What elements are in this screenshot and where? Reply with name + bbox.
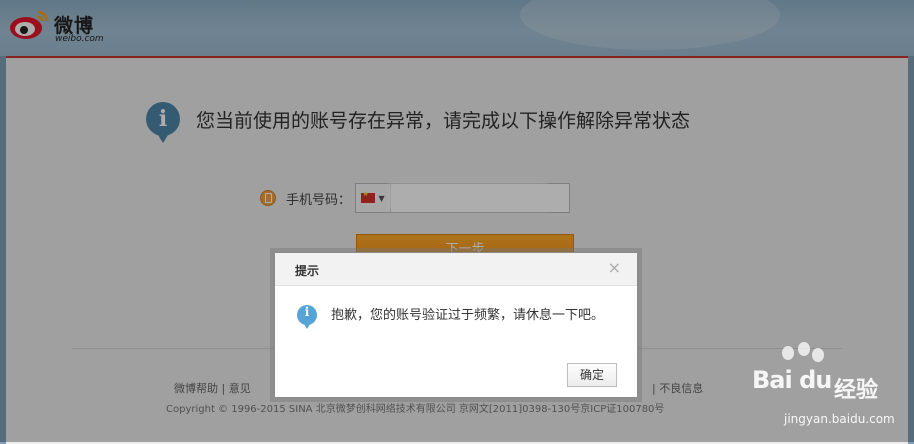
watermark-brand: Bai du — [752, 366, 832, 394]
dialog-title: 提示 — [295, 264, 320, 278]
confirm-button[interactable]: 确定 — [567, 363, 617, 387]
close-icon[interactable]: × — [608, 258, 621, 277]
dialog-header: 提示 × — [275, 253, 637, 286]
watermark-brand-cn: 经验 — [834, 378, 879, 403]
paw-icon — [812, 348, 824, 362]
paw-icon — [798, 342, 810, 356]
dialog-message: 抱歉，您的账号验证过于频繁，请休息一下吧。 — [331, 308, 605, 323]
watermark-url: jingyan.baidu.com — [784, 412, 895, 426]
paw-icon — [782, 346, 794, 360]
info-icon: i — [297, 305, 317, 329]
baidu-jingyan-watermark: Bai du 经验 jingyan.baidu.com — [744, 342, 914, 442]
alert-dialog: 提示 × i 抱歉，您的账号验证过于频繁，请休息一下吧。 确定 — [274, 252, 638, 398]
